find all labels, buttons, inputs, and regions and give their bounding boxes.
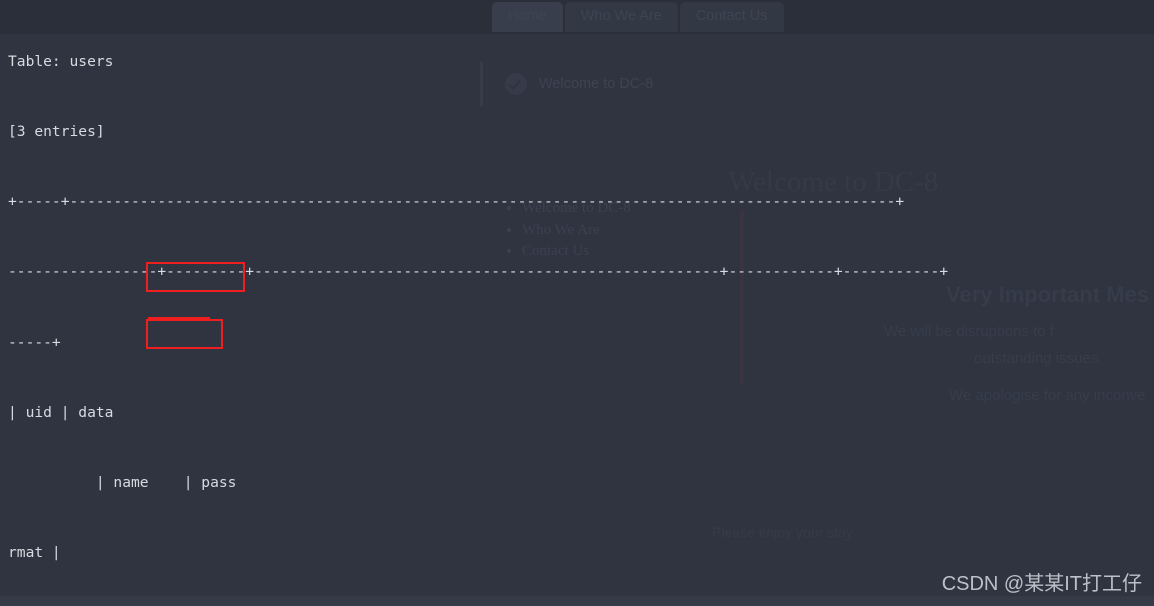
- table-separator-top-a: +-----+---------------------------------…: [8, 193, 905, 211]
- table-header-line-2: | name | pass: [8, 474, 237, 492]
- terminal-output[interactable]: Table: users [3 entries] +-----+--------…: [0, 0, 1154, 606]
- table-separator-top-b: -----------------+---------+------------…: [8, 263, 949, 281]
- table-header-line-3: rmat |: [8, 544, 61, 562]
- shell-prompt[interactable]: ┌──(root💀kali)-[~] └─#: [8, 567, 174, 606]
- terminal-screenshot: Home Who We Are Contact Us Welcome to DC…: [0, 0, 1154, 606]
- table-title: Table: users: [8, 52, 114, 70]
- table-separator-top-c: -----+: [8, 333, 61, 351]
- entries-count: [3 entries]: [8, 123, 105, 141]
- watermark: CSDN @某某IT打工仔: [941, 573, 1142, 595]
- table-header-line-1: | uid | data: [8, 403, 114, 421]
